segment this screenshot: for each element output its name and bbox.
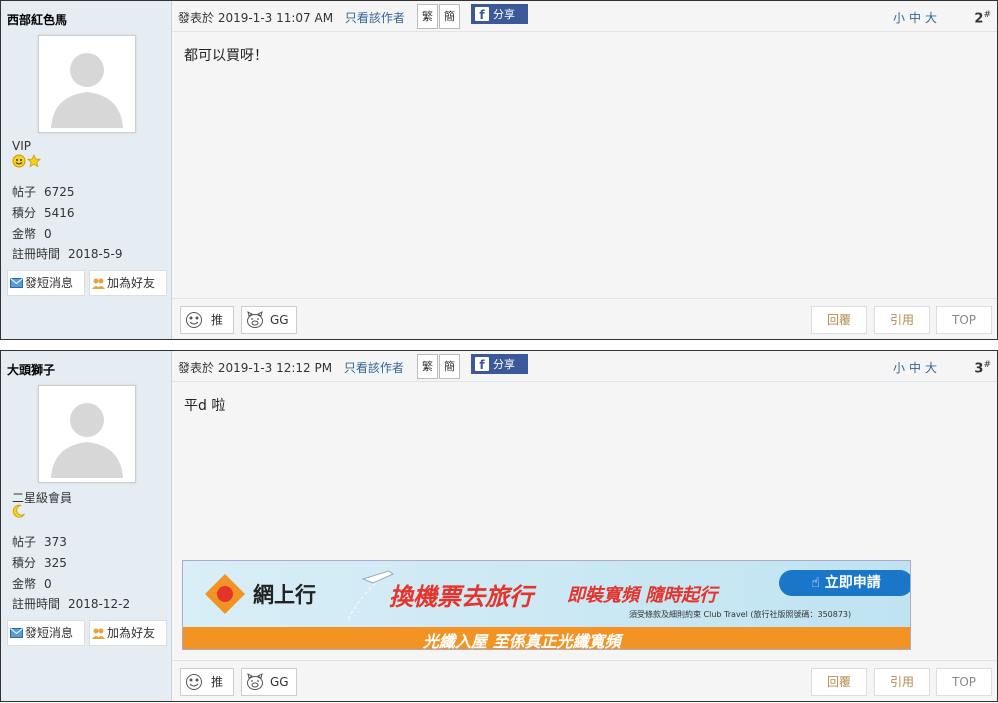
author-name[interactable]: 大頭獅子 — [7, 361, 55, 378]
ad-bottom-slogan: 光纖入屋 至係真正光纖寬頻 — [423, 632, 621, 650]
stat-points: 積分 5416 — [12, 206, 75, 220]
top-button[interactable]: TOP — [936, 668, 992, 696]
add-friend-button[interactable]: 加為好友 — [89, 270, 167, 296]
smiley-icon — [12, 154, 26, 168]
floor-number: 2# — [974, 10, 991, 27]
avatar[interactable] — [38, 35, 136, 133]
push-face-icon — [186, 312, 202, 328]
default-avatar-icon — [51, 403, 123, 478]
post-footer: 推 GG 回覆 引用 TOP — [172, 660, 997, 701]
ad-tagline: 即裝寬頻 隨時起行 — [567, 585, 718, 606]
avatar[interactable] — [38, 385, 136, 483]
post-meta: 發表於 2019-1-3 11:07 AM 只看該作者 — [178, 9, 405, 26]
stat-posts: 帖子 6725 — [12, 185, 75, 199]
traditional-button[interactable]: 繁 — [417, 4, 438, 29]
facebook-share-button[interactable]: f 分享 — [471, 354, 528, 374]
post-main: 發表於 2019-1-3 11:07 AM 只看該作者 繁 簡 f 分享 小中大… — [172, 1, 997, 339]
rank-stars — [12, 154, 41, 168]
envelope-icon — [10, 628, 23, 638]
post-content: 平d 啦 — [184, 398, 226, 414]
post: 西部紅色馬 VIP 帖子 6725 積分 5416 金幣 0 註冊時間 2018-5-9… — [0, 0, 998, 340]
envelope-icon — [10, 278, 23, 288]
font-size-links[interactable]: 小中大 — [893, 359, 941, 376]
stat-register-date: 註冊時間 2018-5-9 — [12, 247, 123, 261]
facebook-share-button[interactable]: f 分享 — [471, 4, 528, 24]
reply-button[interactable]: 回覆 — [811, 306, 867, 334]
friends-icon — [92, 628, 105, 639]
ad-headline: 換機票去旅行 — [389, 583, 533, 611]
post-time: 發表於 2019-1-3 11:07 AM — [178, 11, 334, 25]
post-footer: 推 GG 回覆 引用 TOP — [172, 298, 997, 339]
post-header: 發表於 2019-1-3 11:07 AM 只看該作者 繁 簡 f 分享 小中大… — [172, 1, 997, 32]
post-main: 發表於 2019-1-3 12:12 PM 只看該作者 繁 簡 f 分享 小中大… — [172, 351, 997, 701]
post-time: 發表於 2019-1-3 12:12 PM — [178, 361, 333, 375]
post: 大頭獅子 二星級會員 帖子 373 積分 325 金幣 0 註冊時間 2018-12-2… — [0, 350, 998, 702]
floor-number: 3# — [974, 360, 991, 377]
pig-face-icon — [247, 673, 263, 690]
stat-register-date: 註冊時間 2018-12-2 — [12, 597, 131, 611]
pig-face-icon — [247, 311, 263, 328]
author-sidebar: 西部紅色馬 VIP 帖子 6725 積分 5416 金幣 0 註冊時間 2018-5-9… — [1, 1, 172, 339]
push-button[interactable]: 推 — [180, 668, 234, 696]
default-avatar-icon — [51, 53, 123, 128]
rank-stars — [12, 504, 26, 518]
top-button[interactable]: TOP — [936, 306, 992, 334]
send-message-button[interactable]: 發短消息 — [7, 620, 85, 646]
stat-points: 積分 325 — [12, 556, 67, 570]
moon-icon — [12, 504, 25, 518]
post-meta: 發表於 2019-1-3 12:12 PM 只看該作者 — [178, 359, 404, 376]
push-button[interactable]: 推 — [180, 306, 234, 334]
author-sidebar: 大頭獅子 二星級會員 帖子 373 積分 325 金幣 0 註冊時間 2018-12-2… — [1, 351, 172, 701]
ad-apply-button[interactable]: ☝ 立即申請 — [779, 570, 910, 596]
ad-terms: 須受條款及細則約束 Club Travel (旅行社版照號碼：350873) — [629, 610, 852, 619]
traditional-button[interactable]: 繁 — [417, 354, 438, 379]
stat-coins: 金幣 0 — [12, 577, 52, 591]
quote-button[interactable]: 引用 — [874, 668, 930, 696]
push-face-icon — [186, 674, 202, 690]
author-only-link[interactable]: 只看該作者 — [345, 11, 405, 25]
reply-button[interactable]: 回覆 — [811, 668, 867, 696]
quote-button[interactable]: 引用 — [874, 306, 930, 334]
post-header: 發表於 2019-1-3 12:12 PM 只看該作者 繁 簡 f 分享 小中大… — [172, 351, 997, 382]
simplified-button[interactable]: 簡 — [439, 354, 460, 379]
send-message-button[interactable]: 發短消息 — [7, 270, 85, 296]
author-name[interactable]: 西部紅色馬 — [7, 11, 67, 28]
gg-button[interactable]: GG — [241, 306, 297, 334]
post-content: 都可以買呀！ — [184, 48, 268, 64]
font-size-links[interactable]: 小中大 — [893, 9, 941, 26]
stat-posts: 帖子 373 — [12, 535, 67, 549]
ad-brand: 網上行 — [253, 583, 316, 607]
user-group: VIP — [12, 139, 31, 153]
facebook-icon: f — [475, 7, 489, 22]
friends-icon — [92, 278, 105, 289]
gg-button[interactable]: GG — [241, 668, 297, 696]
stat-coins: 金幣 0 — [12, 227, 52, 241]
star-icon — [27, 154, 41, 168]
simplified-button[interactable]: 簡 — [439, 4, 460, 29]
add-friend-button[interactable]: 加為好友 — [89, 620, 167, 646]
author-only-link[interactable]: 只看該作者 — [344, 361, 404, 375]
ad-banner[interactable]: 網上行 換機票去旅行 即裝寬頻 隨時起行 ☝ 立即申請 須受條款及細則約束 Cl… — [182, 560, 911, 650]
hand-pointer-icon: ☝ — [811, 575, 820, 591]
facebook-icon: f — [475, 357, 489, 372]
